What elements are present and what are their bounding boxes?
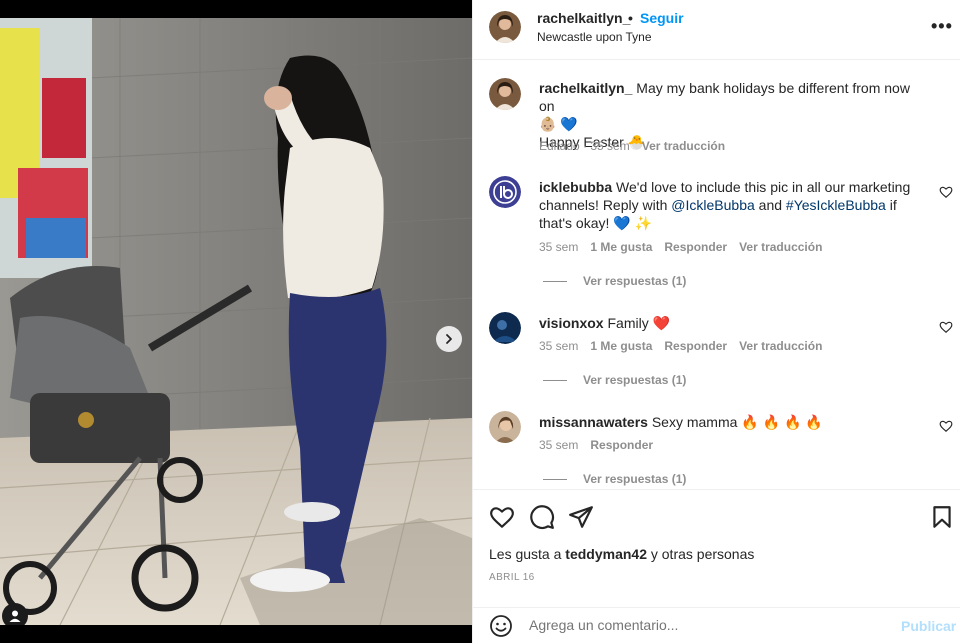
translate-button[interactable]: Ver traducción <box>739 339 822 353</box>
translate-button[interactable]: Ver traducción <box>739 240 822 254</box>
comment-meta: 35 sem 1 Me gusta Responder Ver traducci… <box>539 240 822 254</box>
avatar-image <box>489 78 521 110</box>
author-avatar[interactable] <box>489 11 521 43</box>
post-actions: Les gusta a teddyman42 y otras personas … <box>473 489 960 607</box>
comment-like-icon[interactable] <box>939 185 953 199</box>
view-replies-button[interactable]: Ver respuestas (1) <box>543 274 686 288</box>
reply-button[interactable]: Responder <box>590 438 653 452</box>
comment-avatar-missannawaters[interactable] <box>489 411 521 443</box>
post-date[interactable]: ABRIL 16 <box>489 572 535 583</box>
hashtag-link[interactable]: #YesIckleBubba <box>786 197 886 213</box>
smiley-icon[interactable] <box>489 614 513 638</box>
comment-meta: 35 sem Responder <box>539 438 653 452</box>
chevron-right-icon <box>446 334 452 344</box>
comment-time[interactable]: 35 sem <box>539 339 578 353</box>
comment-text: missannawaters Sexy mamma 🔥 🔥 🔥 🔥 <box>539 413 929 431</box>
follow-button[interactable]: Seguir <box>640 10 684 26</box>
caption-meta: Editado · 35 sem Ver traducción <box>539 139 726 153</box>
comment-time[interactable]: 35 sem <box>539 240 578 254</box>
replies-divider <box>543 280 567 282</box>
caption-line-2: 👶🏼 💙 <box>539 116 578 132</box>
mention-link[interactable]: @IckleBubba <box>671 197 754 213</box>
post-header: rachelkaitlyn_ • Seguir Newcastle upon T… <box>473 0 960 60</box>
comment-text: icklebubba We'd love to include this pic… <box>539 178 919 232</box>
replies-divider <box>543 379 567 381</box>
comment-likes-count[interactable]: 1 Me gusta <box>590 240 652 254</box>
comment-icon[interactable] <box>529 504 555 530</box>
instagram-post-modal: rachelkaitlyn_ • Seguir Newcastle upon T… <box>0 0 960 643</box>
more-options-button[interactable]: ••• <box>931 16 953 37</box>
tagged-users-button[interactable] <box>2 603 28 625</box>
replies-divider <box>543 478 567 480</box>
comment-input[interactable] <box>529 617 879 633</box>
view-replies-button[interactable]: Ver respuestas (1) <box>543 373 686 387</box>
likes-prefix: Les gusta a <box>489 546 562 562</box>
post-photo[interactable] <box>0 18 472 625</box>
comment-body: Sexy mamma 🔥 🔥 🔥 🔥 <box>651 414 823 430</box>
avatar-image <box>489 312 521 344</box>
likes-suffix[interactable]: y otras personas <box>651 546 755 562</box>
comment-meta: 35 sem 1 Me gusta Responder Ver traducci… <box>539 339 822 353</box>
edited-label: Editado <box>539 139 580 153</box>
view-replies-button[interactable]: Ver respuestas (1) <box>543 472 686 486</box>
view-replies-label[interactable]: Ver respuestas (1) <box>583 472 686 486</box>
comment-like-icon[interactable] <box>939 320 953 334</box>
comments-list[interactable]: rachelkaitlyn_ May my bank holidays be d… <box>473 61 960 489</box>
caption-avatar[interactable] <box>489 78 521 110</box>
comment-text: visionxox Family ❤️ <box>539 314 929 332</box>
post-details-panel: rachelkaitlyn_ • Seguir Newcastle upon T… <box>472 0 960 643</box>
photo-illustration <box>0 18 472 625</box>
reply-button[interactable]: Responder <box>664 339 727 353</box>
post-location[interactable]: Newcastle upon Tyne <box>537 30 652 44</box>
caption-username[interactable]: rachelkaitlyn_ <box>539 80 632 96</box>
comment-avatar-visionxox[interactable] <box>489 312 521 344</box>
likes-summary: Les gusta a teddyman42 y otras personas <box>489 546 754 562</box>
person-tag-icon <box>9 610 21 622</box>
comment-like-icon[interactable] <box>939 419 953 433</box>
next-photo-button[interactable] <box>436 326 462 352</box>
comment-time[interactable]: 35 sem <box>539 438 578 452</box>
separator-dot: • <box>628 10 633 26</box>
comment-body: Family ❤️ <box>607 315 671 331</box>
liker-username[interactable]: teddyman42 <box>565 546 647 562</box>
publish-button[interactable]: Publicar <box>901 618 956 634</box>
view-replies-label[interactable]: Ver respuestas (1) <box>583 274 686 288</box>
paper-plane-icon[interactable] <box>568 504 594 530</box>
comment-username[interactable]: visionxox <box>539 315 604 331</box>
view-replies-label[interactable]: Ver respuestas (1) <box>583 373 686 387</box>
brand-logo-avatar <box>489 176 521 208</box>
comment-body: and <box>754 197 786 213</box>
comment-username[interactable]: missannawaters <box>539 414 648 430</box>
add-comment-bar: Publicar <box>473 607 960 643</box>
author-username[interactable]: rachelkaitlyn_ <box>537 10 630 26</box>
comment-likes-count[interactable]: 1 Me gusta <box>590 339 652 353</box>
caption-translate-button[interactable]: Ver traducción <box>642 139 725 153</box>
heart-icon[interactable] <box>489 504 515 530</box>
avatar-image <box>489 11 521 43</box>
reply-button[interactable]: Responder <box>664 240 727 254</box>
caption-time[interactable]: 35 sem <box>590 139 629 153</box>
comment-avatar-icklebubba[interactable] <box>489 176 521 208</box>
avatar-image <box>489 411 521 443</box>
comment-username[interactable]: icklebubba <box>539 179 612 195</box>
bookmark-icon[interactable] <box>929 504 955 530</box>
